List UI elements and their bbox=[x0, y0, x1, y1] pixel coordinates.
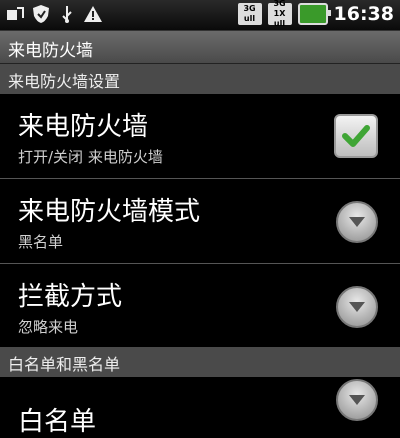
mode-dropdown-button[interactable] bbox=[336, 201, 378, 243]
notification-icons bbox=[4, 3, 104, 25]
section-header-firewall-settings: 来电防火墙设置 bbox=[0, 64, 400, 94]
pref-summary: 黑名单 bbox=[18, 233, 64, 251]
pref-title: 来电防火墙 bbox=[18, 112, 149, 142]
chevron-down-icon bbox=[349, 217, 365, 227]
battery-icon bbox=[297, 3, 331, 25]
checkmark-icon bbox=[342, 125, 370, 147]
chevron-down-icon bbox=[349, 302, 365, 312]
block-method-dropdown-button[interactable] bbox=[336, 286, 378, 328]
status-clock: 16:38 bbox=[333, 3, 394, 25]
usb-icon bbox=[56, 3, 78, 25]
pref-title: 来电防火墙模式 bbox=[18, 197, 201, 227]
pref-summary: 打开/关闭 来电防火墙 bbox=[18, 148, 163, 166]
signal-3g-icon: 3G ull bbox=[237, 3, 262, 25]
pref-title: 拦截方式 bbox=[18, 282, 123, 312]
firewall-checkbox[interactable] bbox=[334, 114, 378, 158]
page-title: 来电防火墙 bbox=[8, 41, 93, 61]
chevron-down-icon bbox=[349, 395, 365, 405]
pref-whitelist[interactable]: 白名单 bbox=[0, 377, 400, 437]
section-header-lists: 白名单和黑名单 bbox=[0, 347, 400, 377]
pref-title: 白名单 bbox=[18, 407, 97, 437]
pref-call-firewall[interactable]: 来电防火墙 打开/关闭 来电防火墙 bbox=[0, 94, 400, 178]
warning-icon bbox=[82, 3, 104, 25]
section-title: 白名单和黑名单 bbox=[8, 355, 121, 374]
signal-3g1x-icon: 3G 1X ull bbox=[267, 0, 292, 28]
whitelist-dropdown-button[interactable] bbox=[336, 379, 378, 421]
title-bar: 来电防火墙 bbox=[0, 31, 400, 64]
section-title: 来电防火墙设置 bbox=[8, 72, 121, 91]
system-indicators: 3G ull 3G 1X ull 16:38 bbox=[237, 0, 394, 28]
pref-block-method[interactable]: 拦截方式 忽略来电 bbox=[0, 264, 400, 348]
usb-debug-icon bbox=[4, 3, 26, 25]
pref-firewall-mode[interactable]: 来电防火墙模式 黑名单 bbox=[0, 179, 400, 263]
status-bar: 3G ull 3G 1X ull 16:38 bbox=[0, 0, 400, 31]
pref-summary: 忽略来电 bbox=[18, 318, 79, 336]
shield-icon bbox=[30, 3, 52, 25]
